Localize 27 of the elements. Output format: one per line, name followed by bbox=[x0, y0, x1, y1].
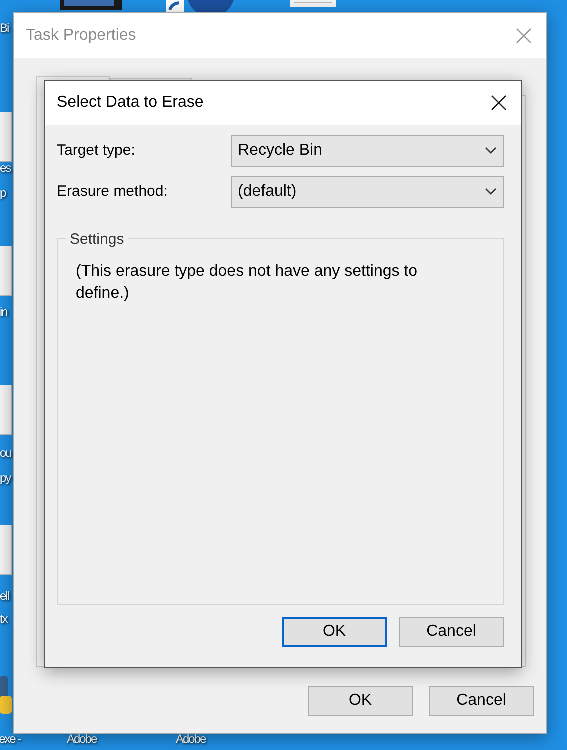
icon-label[interactable]: p bbox=[0, 187, 6, 199]
document-icon[interactable] bbox=[290, 0, 336, 7]
window-title: Task Properties bbox=[26, 26, 136, 46]
dialog-button[interactable]: Cancel bbox=[399, 617, 504, 647]
icon-label[interactable]: ell bbox=[0, 590, 10, 602]
icon-label[interactable]: Adobe bbox=[176, 733, 206, 745]
icon-label[interactable]: Adobe bbox=[67, 733, 97, 745]
chevron-down-icon bbox=[485, 188, 497, 196]
icon-label[interactable]: in bbox=[0, 306, 8, 318]
icon-label[interactable]: py bbox=[0, 472, 11, 484]
dropdown-field[interactable]: Recycle Bin bbox=[231, 135, 504, 167]
chevron-down-icon bbox=[485, 147, 497, 155]
close-button[interactable] bbox=[491, 95, 507, 111]
dropdown-field[interactable]: (default) bbox=[231, 176, 504, 208]
icon-label[interactable]: tx bbox=[0, 613, 8, 625]
monitor-icon[interactable] bbox=[60, 0, 122, 10]
settings-message: (This erasure type does not have any settings to define.) bbox=[76, 262, 419, 304]
icon-label[interactable]: ou bbox=[0, 447, 12, 459]
field-label: Erasure method: bbox=[57, 182, 169, 202]
dialog-title: Select Data to Erase bbox=[57, 93, 204, 113]
icon-label[interactable]: es bbox=[0, 162, 11, 174]
dialog-button[interactable]: OK bbox=[282, 617, 387, 647]
shortcut-icon[interactable] bbox=[166, 0, 236, 12]
dialog-button[interactable]: Cancel bbox=[429, 686, 534, 716]
icon-label[interactable]: Bi bbox=[0, 22, 9, 34]
field-label: Target type: bbox=[57, 140, 136, 161]
dialog-button[interactable]: OK bbox=[308, 686, 413, 716]
